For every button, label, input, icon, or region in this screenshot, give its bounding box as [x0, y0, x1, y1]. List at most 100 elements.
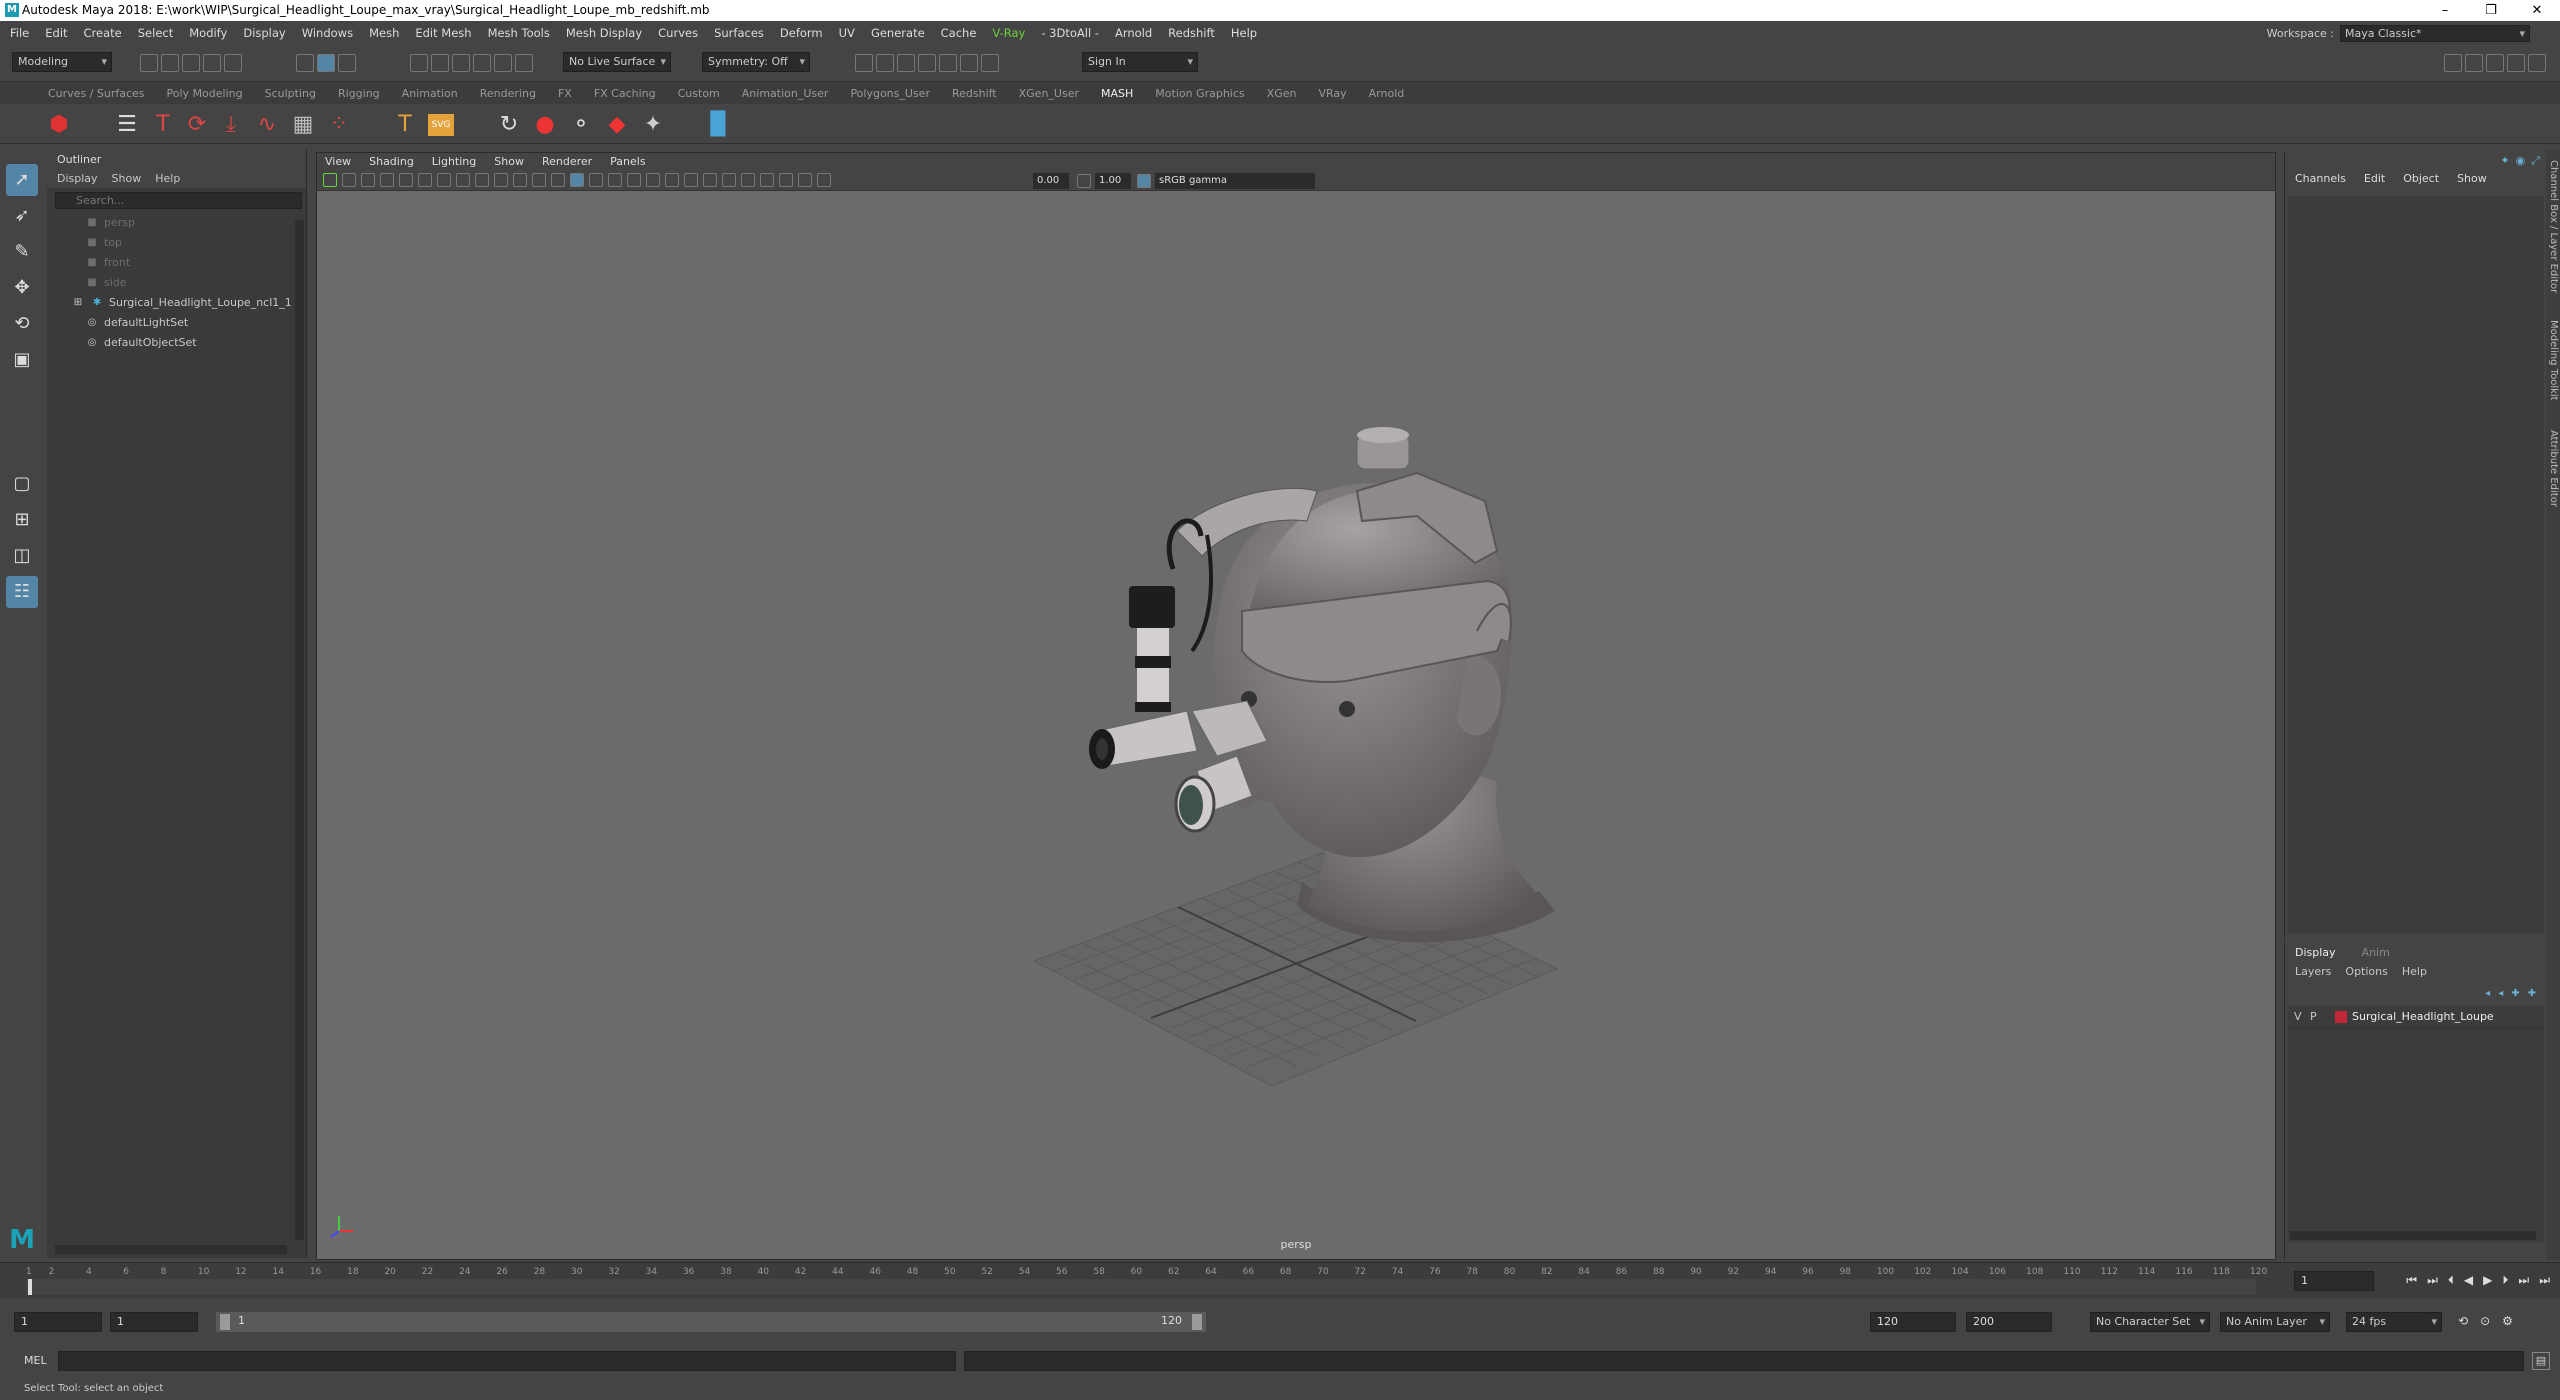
menu-vray[interactable]: V-Ray: [992, 26, 1025, 40]
step-forward-frame-icon[interactable]: ⏵: [2502, 1273, 2508, 1288]
shelf-tab[interactable]: Curves / Surfaces: [48, 87, 145, 100]
menu-windows[interactable]: Windows: [302, 26, 353, 40]
pause-icon[interactable]: [981, 54, 999, 72]
wireframe-icon[interactable]: [551, 173, 565, 187]
live-surface-field[interactable]: No Live Surface: [563, 52, 671, 72]
side-tab-modeling-toolkit[interactable]: Modeling Toolkit: [2548, 320, 2559, 401]
isolate-select-icon[interactable]: [741, 173, 755, 187]
move-layer-down-icon[interactable]: ◂: [2498, 988, 2503, 999]
animation-preferences-icon[interactable]: ⚙: [2502, 1314, 2513, 1328]
open-scene-icon[interactable]: [161, 54, 179, 72]
four-view-layout-icon[interactable]: ⊞: [6, 504, 38, 536]
bubbles-icon[interactable]: ⚬: [568, 112, 594, 138]
mode-dropdown[interactable]: Modeling: [12, 52, 112, 72]
lights-icon[interactable]: [627, 173, 641, 187]
field-chart-icon[interactable]: [513, 173, 527, 187]
layer-playback-toggle[interactable]: P: [2310, 1006, 2317, 1028]
gamma-icon[interactable]: [1077, 174, 1091, 188]
exposure-field[interactable]: 0.00: [1033, 173, 1069, 189]
menu-create[interactable]: Create: [84, 26, 122, 40]
viewport-scene[interactable]: [317, 191, 2275, 1259]
current-frame-field[interactable]: 1: [2294, 1271, 2374, 1291]
render-settings-icon[interactable]: [918, 54, 936, 72]
menu-help[interactable]: Help: [1231, 26, 1257, 40]
menu-display[interactable]: Display: [243, 26, 285, 40]
script-icon[interactable]: ▉: [706, 112, 732, 138]
playback-end-field[interactable]: 120: [1870, 1312, 1956, 1332]
channel-menu-channels[interactable]: Channels: [2295, 172, 2346, 185]
toggle-layer-editor-icon[interactable]: [2528, 54, 2546, 72]
x-ray-joints-icon[interactable]: [779, 173, 793, 187]
snap-curve-icon[interactable]: [431, 54, 449, 72]
bookmark-icon[interactable]: [361, 173, 375, 187]
render-icon[interactable]: [876, 54, 894, 72]
symmetry-dropdown[interactable]: Symmetry: Off: [702, 52, 810, 72]
vray-render-icon[interactable]: [960, 54, 978, 72]
scale-tool-icon[interactable]: ▣: [6, 344, 38, 376]
grease-pencil-icon[interactable]: [418, 173, 432, 187]
outliner-item-group[interactable]: ⊞ ✱ Surgical_Headlight_Loupe_ncl1_1: [71, 293, 306, 313]
snap-grid-icon[interactable]: [410, 54, 428, 72]
layer-name[interactable]: Surgical_Headlight_Loupe: [2352, 1006, 2494, 1028]
menu-mesh[interactable]: Mesh: [369, 26, 399, 40]
outliner-layout-icon[interactable]: ☷: [6, 576, 38, 608]
move-tool-icon[interactable]: ✥: [6, 272, 38, 304]
menu-cache[interactable]: Cache: [941, 26, 977, 40]
command-language-label[interactable]: MEL: [24, 1354, 47, 1367]
snap-view-plane-icon[interactable]: [473, 54, 491, 72]
safe-action-icon[interactable]: [532, 173, 546, 187]
lasso-tool-icon[interactable]: ➶: [6, 200, 38, 232]
toggle-tool-settings-icon[interactable]: [2486, 54, 2504, 72]
outliner-item-side[interactable]: ■ side: [71, 273, 306, 293]
motion-blur-icon[interactable]: [684, 173, 698, 187]
x-ray-icon[interactable]: [760, 173, 774, 187]
outliner-vertical-scrollbar[interactable]: [295, 220, 304, 1240]
sign-in-button[interactable]: Sign In: [1082, 52, 1198, 72]
textured-icon[interactable]: [608, 173, 622, 187]
color-management-icon[interactable]: [1137, 174, 1151, 188]
character-set-dropdown[interactable]: No Character Set: [2090, 1312, 2210, 1332]
toggle-attribute-editor-icon[interactable]: [2465, 54, 2483, 72]
workspace-dropdown[interactable]: Maya Classic*: [2340, 25, 2530, 42]
shelf-tab[interactable]: XGen_User: [1019, 87, 1079, 100]
outliner-menu-show[interactable]: Show: [112, 170, 142, 188]
shelf-tab[interactable]: FX Caching: [594, 87, 656, 100]
scatter-tool-icon[interactable]: ⁘: [326, 112, 352, 138]
time-slider-track[interactable]: [26, 1279, 2256, 1295]
menu-mesh-display[interactable]: Mesh Display: [566, 26, 642, 40]
spline-tool-icon[interactable]: ∿: [254, 112, 280, 138]
smooth-shade-icon[interactable]: [570, 173, 584, 187]
shelf-tab[interactable]: Custom: [678, 87, 720, 100]
toggle-channel-box-icon[interactable]: [2507, 54, 2525, 72]
outliner-list-icon[interactable]: ☰: [114, 112, 140, 138]
outliner-horizontal-scrollbar[interactable]: [55, 1245, 287, 1254]
outliner-menu-display[interactable]: Display: [57, 170, 98, 188]
menu-uv[interactable]: UV: [839, 26, 855, 40]
drop-tool-icon[interactable]: ⤓: [218, 112, 244, 138]
auto-key-icon[interactable]: ⊙: [2480, 1314, 2490, 1328]
start-time-field[interactable]: 1: [14, 1312, 102, 1332]
shelf-tab[interactable]: Redshift: [952, 87, 997, 100]
loop-icon[interactable]: ⟲: [2458, 1314, 2468, 1328]
viewport-menu-panels[interactable]: Panels: [610, 153, 645, 171]
layer-visibility-toggle[interactable]: V: [2294, 1006, 2302, 1028]
shelf-tab[interactable]: VRay: [1318, 87, 1346, 100]
undo-icon[interactable]: [203, 54, 221, 72]
shelf-tab[interactable]: Animation: [402, 87, 458, 100]
viewport-menu-lighting[interactable]: Lighting: [432, 153, 476, 171]
mash-network-icon[interactable]: ⬢: [46, 112, 72, 138]
step-forward-key-icon[interactable]: ⏭: [2518, 1273, 2529, 1288]
new-layer-selected-icon[interactable]: ✚: [2528, 988, 2536, 999]
camera-attributes-icon[interactable]: [342, 173, 356, 187]
expand-icon[interactable]: ⊞: [71, 293, 85, 313]
curve-tool-icon[interactable]: ⟳: [184, 112, 210, 138]
two-view-layout-icon[interactable]: ◫: [6, 540, 38, 572]
render-view-icon[interactable]: [855, 54, 873, 72]
channel-toggle-icon[interactable]: ⤢: [2531, 154, 2540, 168]
go-to-end-icon[interactable]: ⏭: [2539, 1273, 2550, 1288]
script-editor-icon[interactable]: ▤: [2532, 1352, 2550, 1370]
shelf-tab[interactable]: Rendering: [480, 87, 536, 100]
spin-icon[interactable]: ↻: [496, 112, 522, 138]
shelf-tab[interactable]: Animation_User: [742, 87, 829, 100]
fps-dropdown[interactable]: 24 fps: [2346, 1312, 2442, 1332]
